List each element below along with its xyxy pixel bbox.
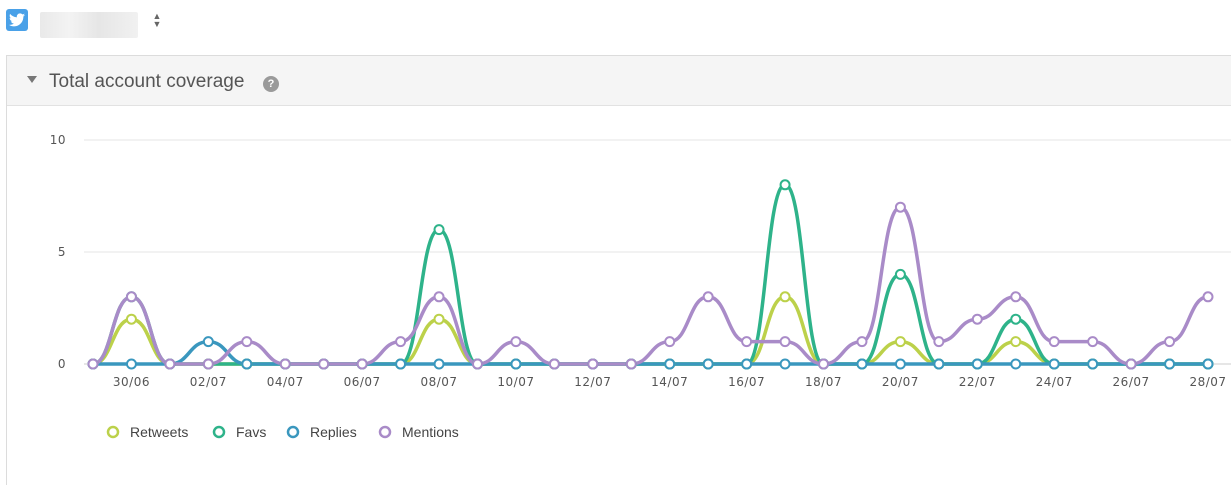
data-point[interactable] (741, 358, 753, 370)
data-point[interactable] (664, 336, 676, 348)
x-tick-label: 12/07 (574, 375, 611, 389)
series-points-favs (87, 179, 1214, 370)
data-point[interactable] (202, 336, 214, 348)
data-point[interactable] (1164, 358, 1176, 370)
legend-label: Replies (310, 424, 357, 440)
data-point[interactable] (356, 358, 368, 370)
data-point[interactable] (1048, 358, 1060, 370)
data-point[interactable] (702, 358, 714, 370)
data-point[interactable] (433, 291, 445, 303)
data-point[interactable] (779, 358, 791, 370)
data-point[interactable] (779, 179, 791, 191)
x-tick-label: 30/06 (113, 375, 150, 389)
data-point[interactable] (1164, 336, 1176, 348)
data-point[interactable] (1202, 291, 1214, 303)
data-point[interactable] (548, 358, 560, 370)
data-point[interactable] (1010, 291, 1022, 303)
data-point[interactable] (702, 291, 714, 303)
legend-label: Retweets (130, 424, 188, 440)
data-point[interactable] (779, 291, 791, 303)
data-point[interactable] (779, 336, 791, 348)
x-tick-label: 24/07 (1036, 375, 1073, 389)
y-tick-label: 5 (58, 245, 66, 259)
series-line-favs (92, 183, 1209, 366)
data-point[interactable] (125, 313, 137, 325)
series-favs (92, 183, 1209, 366)
y-tick-label: 10 (50, 133, 66, 147)
x-tick-label: 16/07 (728, 375, 765, 389)
y-axis: 0 5 10 (50, 133, 66, 371)
x-tick-label: 26/07 (1113, 375, 1150, 389)
x-tick-label: 06/07 (344, 375, 381, 389)
data-point[interactable] (894, 336, 906, 348)
data-point[interactable] (894, 358, 906, 370)
data-point[interactable] (1125, 358, 1137, 370)
series-mentions (92, 205, 1209, 366)
data-point[interactable] (125, 358, 137, 370)
data-point[interactable] (856, 358, 868, 370)
data-point[interactable] (971, 313, 983, 325)
data-point[interactable] (241, 336, 253, 348)
data-point[interactable] (433, 224, 445, 236)
data-point[interactable] (1087, 336, 1099, 348)
legend-label: Favs (236, 424, 266, 440)
x-tick-label: 04/07 (267, 375, 304, 389)
data-point[interactable] (933, 358, 945, 370)
legend-marker (212, 425, 226, 439)
data-point[interactable] (971, 358, 983, 370)
legend-item-replies[interactable]: Replies (286, 424, 357, 440)
x-tick-label: 08/07 (420, 375, 457, 389)
data-point[interactable] (856, 336, 868, 348)
x-tick-label: 02/07 (190, 375, 227, 389)
x-tick-label: 14/07 (651, 375, 688, 389)
data-point[interactable] (241, 358, 253, 370)
series-line-mentions (92, 205, 1209, 366)
y-tick-label: 0 (58, 357, 66, 371)
legend-item-retweets[interactable]: Retweets (106, 424, 188, 440)
data-point[interactable] (894, 201, 906, 213)
data-point[interactable] (894, 268, 906, 280)
data-point[interactable] (202, 358, 214, 370)
data-point[interactable] (125, 291, 137, 303)
data-point[interactable] (625, 358, 637, 370)
data-point[interactable] (587, 358, 599, 370)
data-point[interactable] (1048, 336, 1060, 348)
chart-legend: Retweets Favs Replies Mentions (106, 424, 459, 440)
data-point[interactable] (933, 336, 945, 348)
legend-item-favs[interactable]: Favs (212, 424, 266, 440)
data-point[interactable] (741, 336, 753, 348)
x-tick-label: 22/07 (959, 375, 996, 389)
legend-marker (378, 425, 392, 439)
data-point[interactable] (433, 313, 445, 325)
legend-item-mentions[interactable]: Mentions (378, 424, 459, 440)
chart-series (87, 179, 1214, 370)
data-point[interactable] (1087, 358, 1099, 370)
data-point[interactable] (433, 358, 445, 370)
data-point[interactable] (510, 336, 522, 348)
data-point[interactable] (471, 358, 483, 370)
data-point[interactable] (664, 358, 676, 370)
chart-grid (84, 139, 1231, 365)
data-point[interactable] (818, 358, 830, 370)
legend-marker (106, 425, 120, 439)
data-point[interactable] (87, 358, 99, 370)
x-tick-label: 28/07 (1189, 375, 1226, 389)
data-point[interactable] (279, 358, 291, 370)
x-tick-label: 18/07 (805, 375, 842, 389)
data-point[interactable] (1010, 358, 1022, 370)
legend-marker (286, 425, 300, 439)
data-point[interactable] (318, 358, 330, 370)
data-point[interactable] (1202, 358, 1214, 370)
x-tick-label: 20/07 (882, 375, 919, 389)
data-point[interactable] (395, 336, 407, 348)
data-point[interactable] (395, 358, 407, 370)
data-point[interactable] (510, 358, 522, 370)
coverage-chart: 0 5 10 30/06 02/07 04/07 06/07 08/07 10/07 12/07… (50, 133, 1231, 440)
x-tick-label: 10/07 (497, 375, 534, 389)
legend-label: Mentions (402, 424, 459, 440)
data-point[interactable] (1010, 313, 1022, 325)
x-axis: 30/06 02/07 04/07 06/07 08/07 10/07 12/07 14/07… (113, 375, 1226, 389)
data-point[interactable] (164, 358, 176, 370)
data-point[interactable] (1010, 336, 1022, 348)
